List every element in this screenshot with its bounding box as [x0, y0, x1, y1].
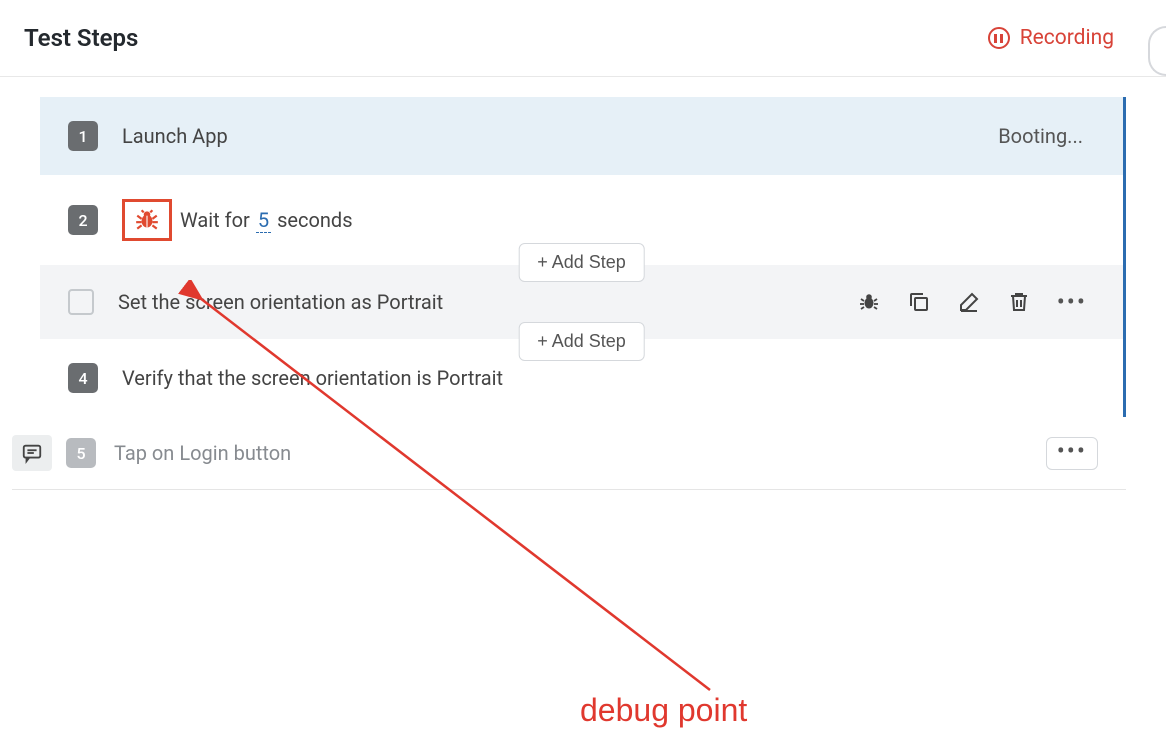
pause-icon — [988, 27, 1010, 49]
step-checkbox[interactable] — [68, 289, 94, 315]
step-number-badge: 1 — [68, 121, 98, 151]
annotation-label: debug point — [580, 692, 747, 729]
partial-control-edge — [1148, 26, 1166, 76]
comment-icon-container[interactable] — [12, 435, 52, 471]
bug-icon[interactable] — [134, 207, 160, 233]
more-icon: ••• — [1057, 437, 1087, 465]
steps-block: 1 Launch App Booting... 2 — [40, 97, 1126, 417]
comment-icon — [21, 442, 43, 464]
step-row-3[interactable]: + Add Step Set the screen orientation as… — [40, 265, 1123, 339]
recording-label: Recording — [1020, 26, 1114, 50]
wait-prefix: Wait for — [180, 208, 250, 232]
wait-value[interactable]: 5 — [256, 208, 271, 233]
bug-icon[interactable] — [857, 290, 881, 314]
wait-suffix: seconds — [277, 208, 352, 232]
edit-icon[interactable] — [957, 290, 981, 314]
copy-icon[interactable] — [907, 290, 931, 314]
step-label: Tap on Login button — [114, 441, 1046, 465]
step-actions: ••• — [857, 290, 1087, 314]
step-label: Verify that the screen orientation is Po… — [122, 366, 1095, 390]
debug-point-highlight — [122, 199, 172, 241]
step-status: Booting... — [998, 124, 1083, 148]
page-title: Test Steps — [24, 24, 138, 52]
step-label: Launch App — [122, 124, 998, 148]
step-row-1[interactable]: 1 Launch App Booting... — [40, 97, 1123, 175]
step-number-badge: 5 — [66, 438, 96, 468]
step-label: Wait for 5 seconds — [180, 208, 1095, 233]
more-button[interactable]: ••• — [1046, 437, 1098, 470]
trash-icon[interactable] — [1007, 290, 1031, 314]
step-row-5[interactable]: 5 Tap on Login button ••• — [12, 417, 1126, 490]
header: Test Steps Recording — [0, 0, 1166, 77]
add-step-button[interactable]: + Add Step — [518, 243, 645, 282]
step-label: Set the screen orientation as Portrait — [118, 290, 857, 314]
steps-container: 1 Launch App Booting... 2 — [0, 77, 1166, 510]
step-number-badge: 4 — [68, 363, 98, 393]
add-step-button[interactable]: + Add Step — [518, 322, 645, 361]
more-icon[interactable]: ••• — [1057, 298, 1087, 306]
recording-status[interactable]: Recording — [988, 26, 1114, 50]
step-number-badge: 2 — [68, 205, 98, 235]
